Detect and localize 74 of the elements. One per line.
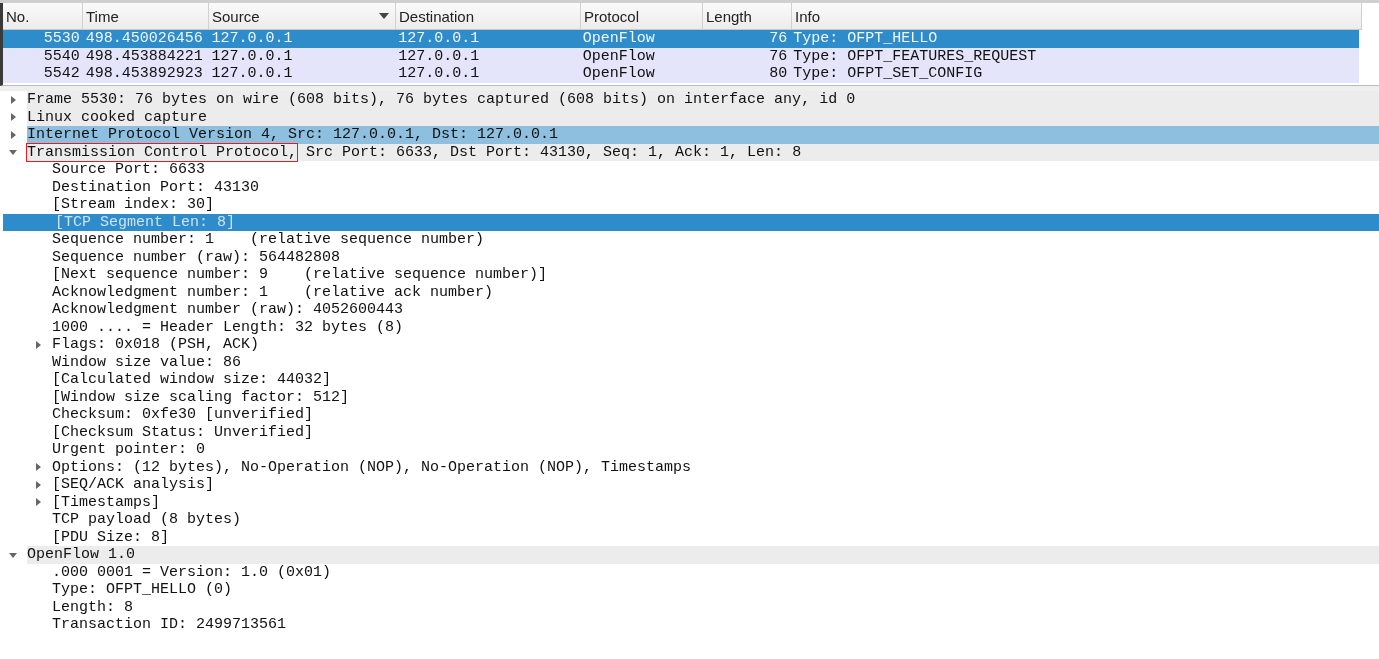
- tree-item-text: .000 0001 = Version: 1.0 (0x01): [52, 563, 332, 581]
- tree-item-text: Window size value: 86: [52, 353, 242, 371]
- table-cell-text: 127.0.0.1: [397, 30, 481, 48]
- collapse-arrow-icon[interactable]: [9, 148, 17, 157]
- expand-arrow-icon[interactable]: [9, 113, 17, 122]
- tree-row[interactable]: Internet Protocol Version 4, Src: 127.0.0.1, Dst: 127.0.0.1: [27, 126, 1379, 144]
- expand-arrow-icon[interactable]: [34, 340, 42, 349]
- table-cell-text: Type: OFPT_FEATURES_REQUEST: [792, 47, 1038, 65]
- tree-item-text: [Next sequence number: 9 (relative sequence number)]: [52, 266, 548, 284]
- table-cell-text: 80: [768, 65, 789, 83]
- tree-item-text: [SEQ/ACK analysis]: [52, 476, 215, 494]
- outlined-label: Transmission Control Protocol,: [27, 143, 298, 161]
- tree-item-text: [Stream index: 30]: [52, 196, 215, 214]
- column-header[interactable]: Info: [792, 3, 1362, 30]
- table-cell-text: OpenFlow: [581, 65, 656, 83]
- tree-item-text: [PDU Size: 8]: [52, 528, 170, 546]
- table-cell-text: Type: OFPT_HELLO: [792, 30, 939, 48]
- tree-item-text: [Checksum Status: Unverified]: [52, 423, 314, 441]
- table-cell-text: 127.0.0.1: [397, 47, 481, 65]
- tree-item-text: Sequence number (raw): 564482808: [52, 248, 341, 266]
- tree-item-text: [Window size scaling factor: 512]: [52, 388, 350, 406]
- expand-arrow-icon[interactable]: [9, 95, 17, 104]
- table-cell-text: 5542: [42, 65, 81, 83]
- tree-item-text: [Timestamps]: [52, 493, 161, 511]
- tree-item-text: Source Port: 6633: [52, 161, 206, 179]
- table-cell-text: 127.0.0.1: [210, 47, 294, 65]
- column-header[interactable]: Destination: [396, 3, 581, 30]
- tree-item-text: Options: (12 bytes), No-Operation (NOP), No-Operation (NOP), Timestamps: [52, 458, 692, 476]
- table-cell-text: 76: [768, 47, 789, 65]
- column-header[interactable]: Length: [703, 3, 792, 30]
- tree-item-text: Destination Port: 43130: [52, 178, 260, 196]
- table-cell-text: 498.450026456: [84, 30, 204, 48]
- tree-item-text: Transaction ID: 2499713561: [52, 616, 287, 634]
- table-cell-text: 76: [768, 30, 789, 48]
- tree-row[interactable]: Frame 5530: 76 bytes on wire (608 bits), 76 bytes captured (608 bits) on interface any, id 0: [27, 91, 1379, 109]
- table-cell-text: 498.453884221: [84, 47, 204, 65]
- tree-item-text: Flags: 0x018 (PSH, ACK): [52, 336, 260, 354]
- column-header[interactable]: Source: [209, 3, 396, 30]
- tree-row[interactable]: Transmission Control Protocol, Src Port: 6633, Dst Port: 43130, Seq: 1, Ack: 1, Len: 8: [27, 143, 1379, 161]
- tree-item-text: Src Port: 6633, Dst Port: 43130, Seq: 1, Ack: 1, Len: 8: [306, 143, 802, 161]
- tree-item-text: Checksum: 0xfe30 [unverified]: [52, 406, 314, 424]
- tree-item-text: Linux cooked capture: [27, 108, 208, 126]
- tree-item-text: Frame 5530: 76 bytes on wire (608 bits), 76 bytes captured (608 bits) on interface any, id 0: [27, 91, 856, 109]
- tree-item-text: Acknowledgment number: 1 (relative ack number): [52, 283, 494, 301]
- table-cell-text: Type: OFPT_SET_CONFIG: [792, 65, 984, 83]
- table-cell-text: 127.0.0.1: [210, 30, 294, 48]
- tree-item-text: OpenFlow 1.0: [27, 546, 136, 564]
- column-header[interactable]: Protocol: [581, 3, 703, 30]
- packet-row[interactable]: 5542 498.453892923 127.0.0.1 127.0.0.1 OpenFlow 80 Type: OFPT_SET_CONFIG: [3, 65, 1359, 83]
- table-cell-text: 5540: [42, 47, 81, 65]
- tree-item-text: 1000 .... = Header Length: 32 bytes (8): [52, 318, 404, 336]
- expand-arrow-icon[interactable]: [34, 463, 42, 472]
- expand-arrow-icon[interactable]: [34, 480, 42, 489]
- tree-item-text: Type: OFPT_HELLO (0): [52, 581, 233, 599]
- tree-item-text: [Calculated window size: 44032]: [52, 371, 332, 389]
- tree-item-text: Acknowledgment number (raw): 4052600443: [52, 301, 404, 319]
- tree-item-text: Length: 8: [52, 598, 133, 616]
- table-cell-text: OpenFlow: [581, 30, 656, 48]
- tree-item-text: Urgent pointer: 0: [52, 441, 206, 459]
- expand-arrow-icon[interactable]: [34, 498, 42, 507]
- collapse-arrow-icon[interactable]: [9, 550, 17, 559]
- table-cell-text: 5530: [42, 30, 81, 48]
- expand-arrow-icon[interactable]: [9, 130, 17, 139]
- column-header[interactable]: Time: [83, 3, 209, 30]
- table-cell-text: 127.0.0.1: [210, 65, 294, 83]
- tree-item-text: Sequence number: 1 (relative sequence number): [52, 231, 485, 249]
- table-cell-text: 498.453892923: [84, 65, 204, 83]
- table-cell-text: 127.0.0.1: [397, 65, 481, 83]
- tree-item-text: [TCP Segment Len: 8]: [55, 213, 236, 231]
- table-cell-text: OpenFlow: [581, 47, 656, 65]
- tree-row[interactable]: OpenFlow 1.0: [27, 546, 1379, 564]
- tree-item-text: TCP payload (8 bytes): [52, 511, 242, 529]
- column-header[interactable]: No.: [3, 3, 83, 30]
- tree-item-text: Internet Protocol Version 4, Src: 127.0.0.1, Dst: 127.0.0.1: [27, 126, 559, 144]
